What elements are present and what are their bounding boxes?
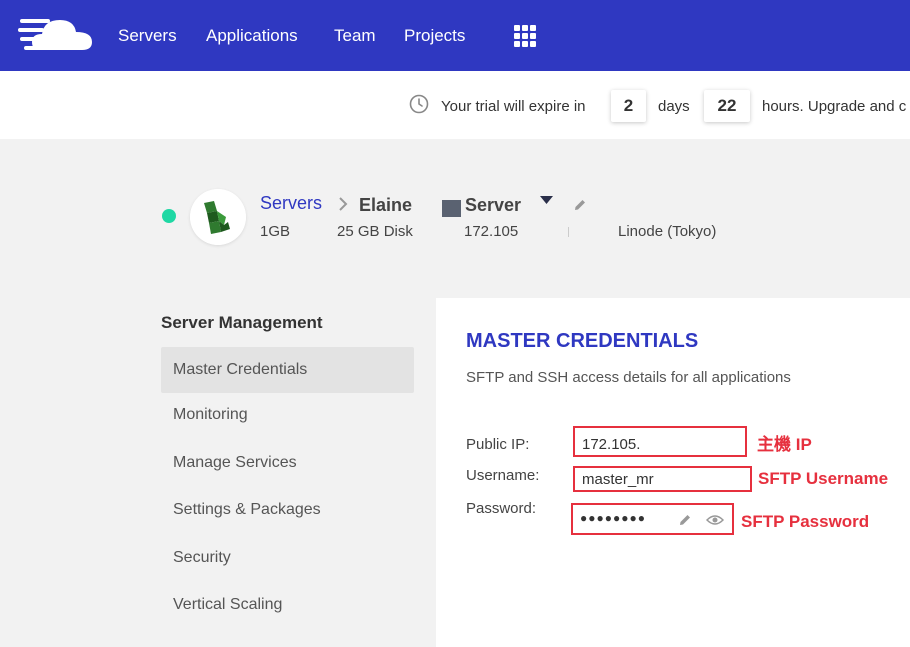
pencil-edit-icon[interactable] [678,513,692,527]
cloudways-logo-icon[interactable] [18,14,94,54]
trial-prefix-text: Your trial will expire in [441,98,586,115]
trial-days-label: days [658,98,690,115]
breadcrumb-servers-link[interactable]: Servers [260,193,322,214]
trial-hours-count: 22 [704,90,750,122]
credentials-title: MASTER CREDENTIALS [466,330,699,352]
password-label: Password: [466,500,537,517]
sidebar-title: Server Management [161,313,323,332]
pencil-edit-icon[interactable] [573,198,587,212]
nav-projects-link[interactable]: Projects [404,26,465,46]
trial-hours-label[interactable]: hours. Upgrade and c [762,98,906,115]
sidebar-item-master-credentials[interactable]: Master Credentials [161,347,414,393]
chevron-right-icon [339,197,348,211]
nav-team-link[interactable]: Team [334,26,376,46]
server-type-label[interactable]: Server [465,195,521,216]
sidebar-item-settings-packages[interactable]: Settings & Packages [161,487,414,533]
server-provider: Linode (Tokyo) [618,223,717,240]
nav-applications-link[interactable]: Applications [206,26,298,46]
eye-icon[interactable] [706,514,724,526]
public-ip-value[interactable]: 172.105. [582,436,702,453]
public-ip-label: Public IP: [466,436,530,453]
caret-down-icon[interactable] [540,196,553,204]
sidebar-item-vertical-scaling[interactable]: Vertical Scaling [161,582,414,628]
trial-days-count: 2 [611,90,646,122]
password-value[interactable]: ●●●●●●●● [580,511,664,525]
username-label: Username: [466,467,540,484]
server-name: Elaine [359,195,413,215]
clock-icon [409,94,429,114]
nav-servers-link[interactable]: Servers [118,26,177,46]
sidebar-item-security[interactable]: Security [161,535,414,581]
grid-icon[interactable] [514,25,536,47]
server-size: 1GB [260,223,291,240]
server-status-dot [162,209,176,223]
sidebar-item-manage-services[interactable]: Manage Services [161,440,414,486]
annotation-ip: 主機 IP [757,435,812,454]
annotation-password: SFTP Password [741,512,870,531]
server-disk: 25 GB Disk [337,223,413,240]
meta-divider [568,227,569,237]
top-navbar: Servers Applications Team Projects [0,0,910,71]
server-ip: 172.105 [464,223,519,240]
linode-logo-icon [190,189,246,245]
annotation-username: SFTP Username [758,469,889,488]
sidebar-item-monitoring[interactable]: Monitoring [161,392,414,438]
credentials-subtitle: SFTP and SSH access details for all appl… [466,369,791,386]
username-value[interactable]: master_mr [582,471,666,488]
server-type-icon [442,200,461,217]
